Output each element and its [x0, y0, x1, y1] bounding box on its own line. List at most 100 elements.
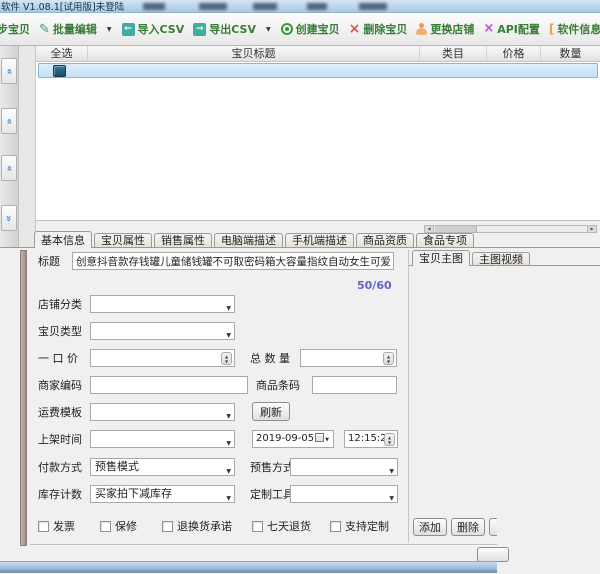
- table-row[interactable]: [38, 63, 598, 78]
- merchant-code-input[interactable]: [90, 376, 248, 394]
- redacted-menu-item[interactable]: [253, 3, 277, 10]
- form-left-splitter[interactable]: [20, 250, 27, 546]
- custom-tool-label: 定制工具: [250, 486, 294, 504]
- batch-edit-button[interactable]: ✎ 批量编辑: [38, 19, 98, 39]
- price-label: 一 口 价: [38, 350, 78, 368]
- add-image-button[interactable]: 添加: [413, 518, 447, 536]
- batch-edit-dropdown-arrow-icon[interactable]: ▼: [105, 26, 114, 33]
- redacted-menu-item[interactable]: [199, 3, 227, 10]
- create-product-button[interactable]: 创建宝贝: [280, 19, 341, 39]
- warranty-label: 保修: [115, 518, 137, 536]
- scroll-right-icon[interactable]: ▶: [587, 226, 596, 232]
- double-chevron-up-icon: «: [4, 165, 15, 171]
- column-select-all[interactable]: 全选: [36, 46, 88, 61]
- create-circle-icon: [281, 23, 293, 35]
- main-image-list[interactable]: [409, 266, 600, 512]
- batch-edit-label: 批量编辑: [53, 21, 97, 37]
- stock-count-select[interactable]: 买家拍下减库存 ▼: [90, 485, 235, 503]
- price-spinner[interactable]: ▲▼: [221, 352, 232, 365]
- tab-product-qualification[interactable]: 商品资质: [356, 233, 414, 248]
- listing-time-select[interactable]: ▼: [90, 430, 235, 448]
- export-csv-button[interactable]: → 导出CSV: [192, 19, 257, 39]
- switch-shop-button[interactable]: 更换店铺: [415, 19, 475, 39]
- column-price[interactable]: 价格: [487, 46, 541, 61]
- import-csv-button[interactable]: ← 导入CSV: [121, 19, 186, 39]
- delete-image-button[interactable]: 删除: [451, 518, 485, 536]
- export-csv-dropdown-arrow-icon[interactable]: ▼: [264, 26, 273, 33]
- barcode-input[interactable]: [312, 376, 397, 394]
- price-input[interactable]: ▲▼: [90, 349, 235, 367]
- presale-method-label: 预售方式: [250, 459, 294, 477]
- custom-tool-select[interactable]: ▼: [290, 485, 398, 503]
- column-category[interactable]: 类目: [420, 46, 487, 61]
- redacted-menu-item[interactable]: [307, 3, 327, 10]
- tab-sales-attributes[interactable]: 销售属性: [154, 233, 212, 248]
- tab-food-special[interactable]: 食品专项: [416, 233, 474, 248]
- shipping-template-label: 运费模板: [38, 404, 82, 422]
- qty-spinner[interactable]: ▲▼: [383, 352, 394, 365]
- invoice-checkbox[interactable]: [38, 521, 49, 532]
- redacted-menu-item[interactable]: [359, 3, 387, 10]
- payment-method-value: 预售模式: [95, 460, 139, 473]
- sidebar-gutter: [19, 46, 36, 247]
- warranty-checkbox[interactable]: [100, 521, 111, 532]
- background: [497, 505, 600, 545]
- product-type-select[interactable]: ▼: [90, 322, 235, 340]
- presale-method-select[interactable]: ▼: [290, 458, 398, 476]
- date-picker[interactable]: 2019-09-05 ▼: [252, 430, 334, 448]
- collapse-panel-button[interactable]: «: [1, 155, 17, 181]
- column-quantity[interactable]: 数量: [541, 46, 600, 61]
- chevron-down-icon[interactable]: ▼: [325, 437, 329, 443]
- sync-products-button[interactable]: 同步宝贝: [0, 19, 31, 39]
- listing-time-label: 上架时间: [38, 431, 82, 449]
- redacted-menu-item[interactable]: [143, 3, 165, 10]
- total-qty-label: 总 数 量: [250, 350, 290, 368]
- seven-day-return-label: 七天退货: [267, 518, 311, 536]
- row-image-placeholder-icon[interactable]: [53, 65, 66, 77]
- char-count: 50/60: [357, 279, 392, 292]
- api-config-label: API配置: [497, 21, 540, 37]
- bottom-scrollbar[interactable]: [0, 561, 497, 570]
- return-promise-checkbox[interactable]: [162, 521, 173, 532]
- tab-mobile-description[interactable]: 手机端描述: [285, 233, 354, 248]
- bottom-divider: [30, 544, 497, 546]
- tab-main-video[interactable]: 主图视频: [472, 252, 530, 266]
- column-product-title[interactable]: 宝贝标题: [88, 46, 420, 61]
- sync-products-label: 同步宝贝: [0, 21, 30, 37]
- shop-category-select[interactable]: ▼: [90, 295, 235, 313]
- calendar-icon[interactable]: [315, 433, 324, 442]
- tab-main-image[interactable]: 宝贝主图: [412, 250, 470, 266]
- refresh-button[interactable]: 刷新: [252, 402, 290, 421]
- shipping-template-select[interactable]: ▼: [90, 403, 235, 421]
- total-qty-input[interactable]: ▲▼: [300, 349, 397, 367]
- chevron-down-icon: ▼: [389, 464, 394, 476]
- collapse-panel-button[interactable]: «: [1, 108, 17, 134]
- time-spinner[interactable]: ▲▼: [384, 433, 395, 446]
- tab-basic-info[interactable]: 基本信息: [34, 231, 92, 248]
- shop-category-label: 店铺分类: [38, 296, 82, 314]
- date-value: 2019-09-05: [256, 433, 314, 444]
- tab-product-attributes[interactable]: 宝贝属性: [94, 233, 152, 248]
- api-config-button[interactable]: × API配置: [482, 19, 541, 39]
- support-custom-checkbox[interactable]: [330, 521, 341, 532]
- switch-shop-label: 更换店铺: [430, 21, 474, 37]
- bottom-blank-button[interactable]: [477, 547, 509, 562]
- seven-day-return-checkbox[interactable]: [252, 521, 263, 532]
- collapse-panel-button[interactable]: «: [1, 58, 17, 84]
- double-chevron-down-icon: «: [4, 215, 15, 221]
- software-info-button[interactable]: [ 软件信息: [548, 19, 600, 39]
- image-panel-tabstrip: 宝贝主图 主图视频: [412, 250, 530, 266]
- collapse-panel-button[interactable]: «: [1, 205, 17, 231]
- api-config-icon: ×: [483, 23, 494, 35]
- time-picker[interactable]: 12:15:27 ▲▼: [344, 430, 398, 448]
- payment-method-select[interactable]: 预售模式 ▼: [90, 458, 235, 476]
- import-icon: ←: [122, 23, 135, 36]
- title-label: 标题: [38, 253, 60, 271]
- delete-product-button[interactable]: × 删除宝贝: [348, 19, 409, 39]
- title-input[interactable]: [72, 252, 394, 270]
- title-bar: 软件 V1.08.1[试用版]未登陆: [0, 0, 600, 13]
- left-collapse-sidebar: « « « «: [0, 46, 19, 247]
- payment-method-label: 付款方式: [38, 459, 82, 477]
- product-type-label: 宝贝类型: [38, 323, 82, 341]
- tab-pc-description[interactable]: 电脑端描述: [214, 233, 283, 248]
